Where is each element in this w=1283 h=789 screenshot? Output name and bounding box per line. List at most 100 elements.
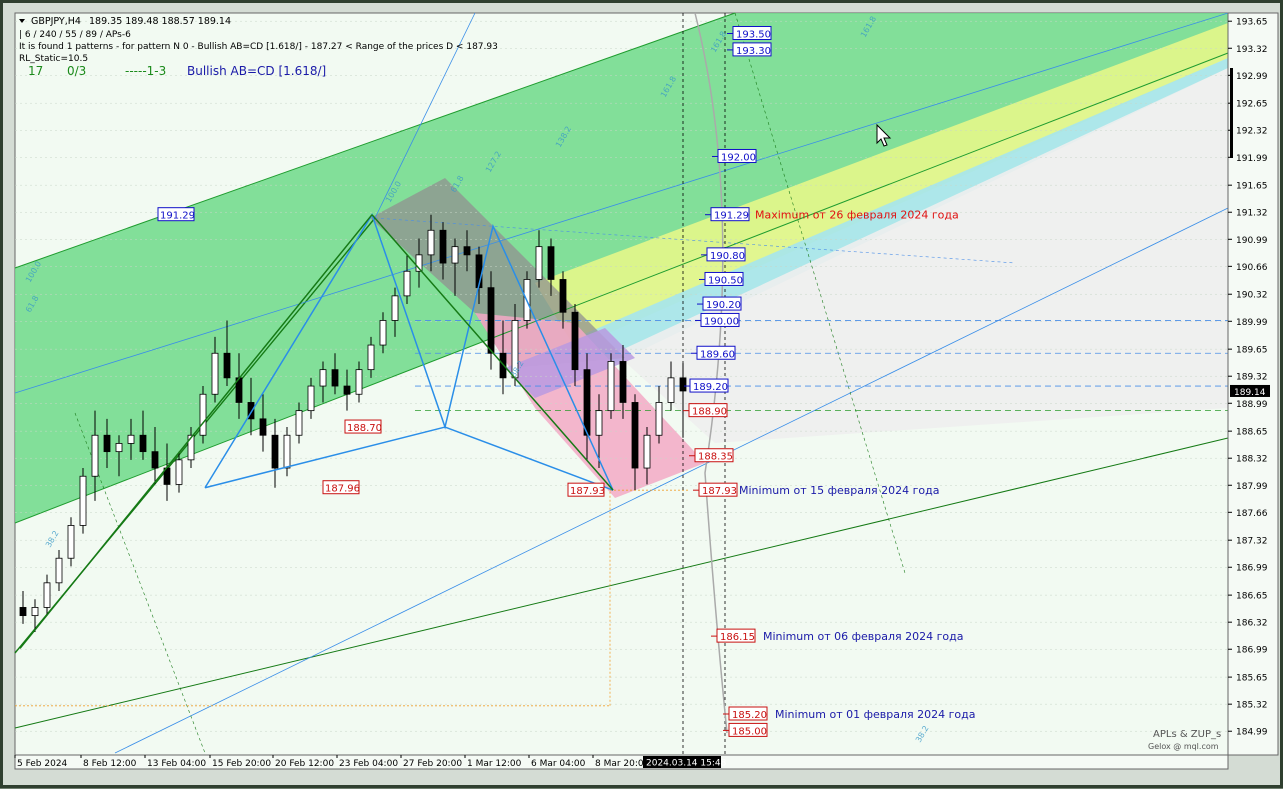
candle-body [211,352,219,395]
y-tick-label: 190.66 [1236,263,1268,273]
candle-body [391,295,399,321]
pattern-point-value: 188.70 [347,423,382,434]
level-value: 193.50 [736,29,771,40]
x-tick-label: 6 Mar 04:00 [531,759,586,769]
target-level: 190.80 [701,247,746,262]
level-value: 190.80 [710,251,745,262]
candle-body [451,246,459,264]
scroll-indicator [1230,68,1233,158]
candle-body [355,369,363,395]
annotation-text: Maximum от 26 февраля 2024 года [755,209,959,222]
level-value: 190.20 [706,300,741,311]
current-price-label: 189.14 [1234,388,1266,398]
target-level: 185.20 [723,706,768,721]
candle [79,468,87,534]
x-tick-label: 15 Feb 20:00 [212,759,271,769]
info-line: | 6 / 240 / 55 / 89 / APs-6 [19,30,131,40]
x-tick-label: 5 Feb 2024 [17,759,68,769]
pattern-point-label: 187.93 [567,482,605,497]
candle-body [223,352,231,379]
level-value: 192.00 [721,152,756,163]
status-ratio: 0/3 [67,64,86,78]
price-chart[interactable]: 191.29187.96188.70187.93161.8161.8161.81… [3,3,1280,785]
y-tick-label: 187.32 [1236,537,1268,547]
candle-body [199,393,207,436]
target-level: 193.30 [727,42,772,57]
y-tick-label: 188.99 [1236,400,1268,410]
candle-body [667,377,675,403]
candle-body [631,402,639,469]
annotation-text: Minimum от 01 февраля 2024 года [775,708,975,721]
candle-body [175,459,183,485]
watermark-line: APLs & ZUP_s [1153,729,1221,740]
x-tick-label: 8 Mar 20:00 [595,759,650,769]
candle-body [427,229,435,256]
info-line: It is found 1 patterns - for pattern N 0… [19,42,498,52]
status-count: 17 [28,64,43,78]
y-tick-label: 186.99 [1236,646,1268,656]
y-tick-label: 188.65 [1236,428,1268,438]
target-level: 190.00 [695,312,740,327]
candle-body [79,475,87,526]
candle-body [463,246,471,256]
y-tick-label: 185.32 [1236,701,1268,711]
y-axis: 193.65 193.32 192.99 192.65 192.32 191.99 191.… [1227,12,1279,756]
y-tick-label: 192.32 [1236,127,1268,137]
candle-body [271,434,279,469]
y-tick-label: 189.65 [1236,346,1268,356]
candle-body [583,369,591,436]
y-tick-label: 193.65 [1236,18,1268,28]
candle-body [619,361,627,403]
target-level: 190.50 [699,271,744,286]
y-tick-label: 187.66 [1236,509,1268,519]
y-tick-label: 192.65 [1236,100,1268,110]
candle-body [379,320,387,346]
target-level: 185.00 [723,722,768,737]
x-axis: 5 Feb 2024 8 Feb 12:00 13 Feb 04:00 15 Feb … [14,754,1229,770]
candle-body [295,410,303,436]
candle [199,386,207,444]
y-tick-label: 189.99 [1236,318,1268,328]
y-tick-label: 187.99 [1236,482,1268,492]
candle-body [367,344,375,371]
level-value: 189.20 [693,382,728,393]
candle-body [19,607,27,617]
status-range: -----1-3 [125,64,166,78]
candle-body [307,385,315,412]
candle-body [319,369,327,387]
target-level: 189.20 [684,378,729,393]
candle-body [43,582,51,608]
cursor-time-label: 2024.03.14 15:48 [646,759,727,769]
candle-body [331,369,339,387]
candle-body [127,434,135,444]
candle-body [187,434,195,461]
candle-body [151,451,159,469]
x-tick-label: 8 Feb 12:00 [83,759,137,769]
level-value: 190.50 [708,275,743,286]
level-value: 185.20 [732,710,767,721]
x-tick-label: 23 Feb 04:00 [339,759,398,769]
pattern-point-label: 187.96 [322,480,360,495]
ohlc-header: 189.35 189.48 188.57 189.14 [89,16,231,27]
target-level: 188.90 [683,403,728,418]
level-value: 185.00 [732,726,767,737]
candle-body [535,246,543,280]
x-tick-label: 13 Feb 04:00 [147,759,206,769]
level-value: 188.90 [692,407,727,418]
candle-body [571,311,579,371]
y-tick-label: 191.65 [1236,182,1268,192]
candle-body [607,361,615,412]
level-value: 190.00 [704,316,739,327]
pattern-point-value: 187.93 [570,486,605,497]
target-level: 188.35 [689,448,734,463]
x-tick-label: 20 Feb 12:00 [275,759,334,769]
target-level: 191.29 [705,207,750,222]
annotation-text: Minimum от 15 февраля 2024 года [739,484,939,497]
pattern-point-value: 187.96 [325,484,360,495]
y-tick-label: 189.32 [1236,373,1268,383]
y-tick-label: 188.32 [1236,455,1268,465]
level-value: 193.30 [736,46,771,57]
y-tick-label: 192.99 [1236,72,1268,82]
candle-body [487,287,495,354]
y-tick-label: 186.65 [1236,592,1268,602]
